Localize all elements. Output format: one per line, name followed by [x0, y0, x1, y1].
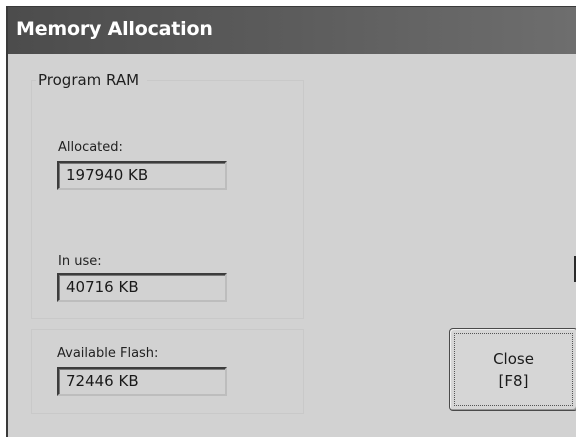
close-button-shortcut: [F8]	[498, 371, 529, 390]
close-button-focus-rect: Close [F8]	[454, 333, 573, 406]
in-use-label: In use:	[58, 254, 102, 269]
close-button[interactable]: Close [F8]	[449, 328, 576, 411]
allocated-field: 197940 KB	[57, 161, 227, 190]
program-ram-group: Program RAM Allocated: 197940 KB In use:…	[31, 71, 304, 319]
close-button-label: Close	[493, 349, 534, 368]
in-use-field: 40716 KB	[57, 273, 227, 302]
in-use-value: 40716 KB	[66, 278, 139, 296]
available-flash-field: 72446 KB	[57, 367, 227, 396]
allocated-label: Allocated:	[58, 140, 123, 155]
program-ram-caption: Program RAM	[36, 71, 148, 89]
title-bar: Memory Allocation	[8, 7, 576, 54]
memory-allocation-window: Memory Allocation Program RAM Allocated:…	[6, 6, 576, 437]
allocated-value: 197940 KB	[66, 166, 149, 184]
available-flash-value: 72446 KB	[66, 372, 139, 390]
screen: Memory Allocation Program RAM Allocated:…	[0, 0, 576, 437]
flash-group: Available Flash: 72446 KB	[31, 329, 304, 414]
available-flash-label: Available Flash:	[57, 346, 159, 361]
window-title: Memory Allocation	[16, 18, 213, 40]
